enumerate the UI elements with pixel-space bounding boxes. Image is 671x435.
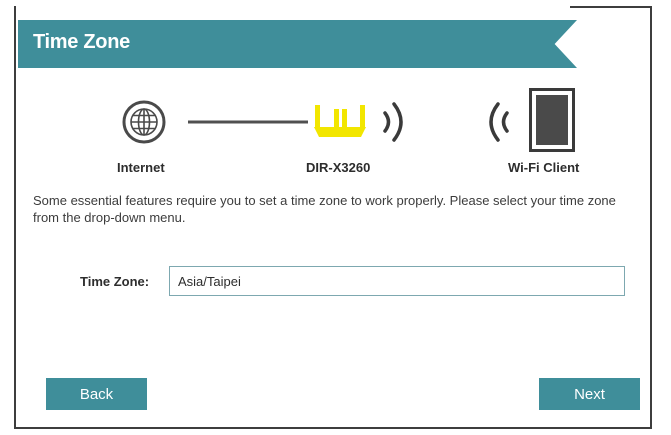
time-zone-label: Time Zone: [80, 274, 150, 289]
client-wifi-icon [489, 102, 509, 142]
router-label: DIR-X3260 [306, 160, 371, 175]
globe-icon [122, 100, 166, 144]
wifi-waves-icon [383, 102, 403, 142]
page-title: Time Zone [33, 31, 130, 53]
next-button[interactable]: Next [539, 378, 640, 410]
connection-line [188, 120, 308, 124]
panel-border-top [570, 6, 652, 8]
router-icon [314, 105, 366, 137]
description-text: Some essential features require you to s… [33, 193, 616, 225]
back-button[interactable]: Back [46, 378, 147, 410]
internet-label: Internet [117, 160, 165, 175]
client-label: Wi-Fi Client [508, 160, 580, 175]
panel-border-left [14, 6, 16, 26]
tablet-icon [529, 88, 575, 152]
time-zone-field[interactable] [169, 266, 625, 296]
